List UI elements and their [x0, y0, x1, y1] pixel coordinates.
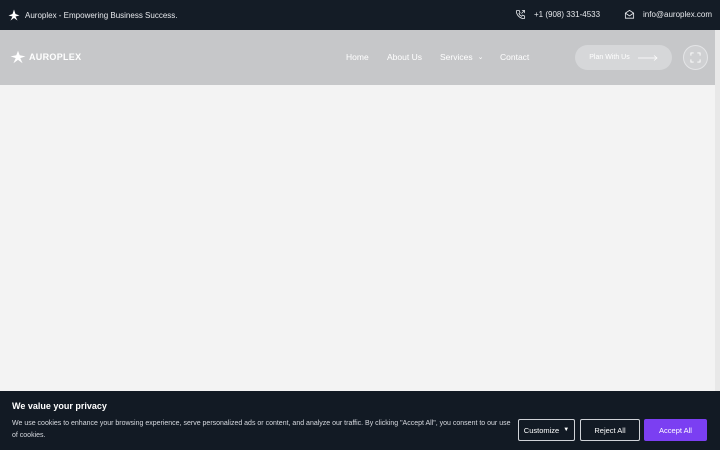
phone-link[interactable]: +1 (908) 331-4533 — [515, 9, 600, 20]
nav-item-home[interactable]: Home — [346, 52, 369, 62]
star-logo-icon — [10, 50, 26, 64]
logo-text: AUROPLEX — [29, 52, 82, 62]
cookie-title: We value your privacy — [12, 401, 107, 411]
customize-label: Customize — [523, 425, 560, 435]
nav-item-label: Home — [346, 52, 369, 62]
reject-label: Reject All — [594, 425, 626, 435]
tagline-text: Auroplex - Empowering Business Success. — [25, 10, 178, 20]
accept-label: Accept All — [659, 425, 692, 435]
arrow-right-icon — [637, 54, 658, 61]
phone-icon — [515, 9, 526, 20]
accept-all-button[interactable]: Accept All — [644, 419, 707, 441]
cookie-consent-banner: We value your privacy We use cookies to … — [0, 391, 720, 450]
nav-item-label: Contact — [500, 52, 530, 62]
cookie-description: We use cookies to enhance your browsing … — [12, 420, 511, 439]
caret-down-icon: ▼ — [563, 427, 570, 433]
nav-item-label: About Us — [387, 52, 422, 62]
page-scrollbar[interactable] — [715, 30, 720, 391]
plan-with-us-button[interactable]: Plan With Us — [575, 45, 672, 70]
fullscreen-toggle-button[interactable] — [683, 45, 708, 70]
expand-icon — [690, 52, 701, 63]
customize-button[interactable]: Customize ▼ — [518, 419, 575, 441]
email-link[interactable]: info@auroplex.com — [624, 9, 712, 20]
nav-item-services[interactable]: Services ⌄ — [440, 52, 483, 62]
main-navigation: AUROPLEX Home About Us Services ⌄ Contac… — [0, 30, 715, 85]
phone-number: +1 (908) 331-4533 — [534, 10, 601, 19]
site-logo[interactable]: AUROPLEX — [10, 50, 81, 64]
reject-all-button[interactable]: Reject All — [580, 419, 640, 441]
nav-item-contact[interactable]: Contact — [500, 52, 529, 62]
top-bar: Auroplex - Empowering Business Success. … — [0, 0, 720, 30]
mail-icon — [624, 9, 635, 19]
nav-item-about-us[interactable]: About Us — [387, 52, 422, 62]
nav-item-label: Services — [440, 52, 473, 62]
star-logo-icon — [8, 9, 20, 21]
chevron-down-icon: ⌄ — [477, 54, 484, 61]
tagline-group: Auroplex - Empowering Business Success. — [8, 9, 178, 21]
email-address: info@auroplex.com — [643, 10, 713, 19]
cta-label: Plan With Us — [589, 54, 630, 61]
